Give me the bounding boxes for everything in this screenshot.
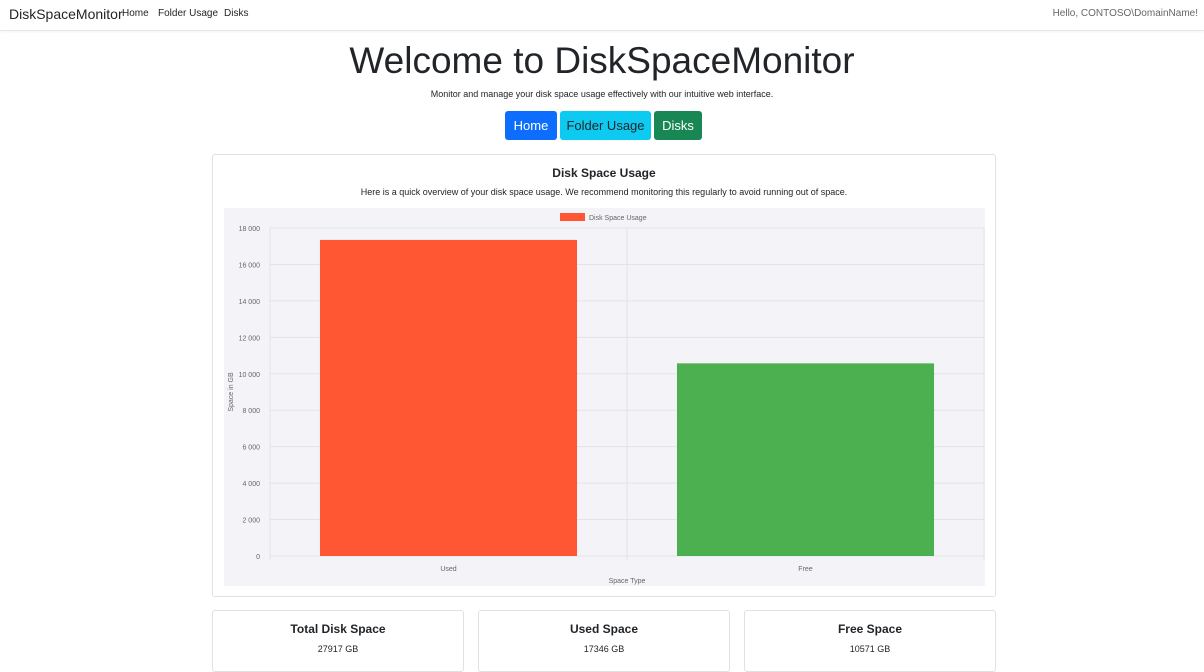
card-title: Disk Space Usage	[552, 166, 656, 180]
total-space-title: Total Disk Space	[290, 622, 386, 636]
free-space-value: 10571 GB	[849, 644, 891, 654]
y-tick-label: 12 000	[239, 335, 261, 342]
card-description: Here is a quick overview of your disk sp…	[360, 187, 848, 197]
page-title: Welcome to DiskSpaceMonitor	[349, 40, 855, 81]
user-greeting: Hello, CONTOSO\DomainName!	[1052, 8, 1198, 19]
bar-used	[319, 239, 578, 556]
y-tick-label: 4 000	[242, 481, 260, 488]
y-tick-label: 18 000	[239, 226, 261, 233]
free-space-title: Free Space	[837, 622, 903, 636]
y-tick-label: 8 000	[242, 408, 260, 415]
y-tick-label: 2 000	[242, 518, 260, 525]
navbar: DiskSpaceMonitor Home Folder Usage Disks…	[0, 0, 1204, 31]
disk-usage-card: Disk Space Usage Here is a quick overvie…	[212, 154, 996, 597]
used-space-card: Used Space 17346 GB	[478, 610, 730, 672]
total-space-card: Total Disk Space 27917 GB	[212, 610, 464, 672]
folder-usage-button[interactable]: Folder Usage	[560, 111, 651, 140]
y-tick-label: 14 000	[239, 299, 261, 306]
used-space-value: 17346 GB	[583, 644, 625, 654]
navbar-brand[interactable]: DiskSpaceMonitor	[9, 6, 123, 22]
used-space-title: Used Space	[569, 622, 639, 636]
y-tick-label: 10 000	[239, 372, 261, 379]
legend-label: Disk Space Usage	[589, 215, 647, 222]
bar-free	[676, 363, 935, 556]
total-space-value: 27917 GB	[317, 644, 359, 654]
disks-button[interactable]: Disks	[654, 111, 702, 140]
legend-swatch	[560, 213, 585, 221]
nav-link-home[interactable]: Home	[122, 8, 149, 19]
y-tick-label: 0	[256, 554, 260, 561]
x-tick-label: Free	[798, 566, 813, 573]
nav-link-disks[interactable]: Disks	[224, 8, 248, 19]
y-tick-label: 6 000	[242, 445, 260, 452]
page-subtitle: Monitor and manage your disk space usage…	[430, 89, 774, 99]
nav-link-folder-usage[interactable]: Folder Usage	[158, 8, 218, 19]
x-tick-label: Used	[440, 566, 456, 573]
x-axis-title: Space Type	[609, 578, 646, 585]
home-button[interactable]: Home	[505, 111, 557, 140]
y-tick-label: 16 000	[239, 262, 261, 269]
disk-usage-chart: 0 2 000 4 000 6 000 8 000 10 000 12 000 14 000 1…	[224, 208, 985, 586]
y-axis-title: Space in GB	[228, 372, 235, 412]
free-space-card: Free Space 10571 GB	[744, 610, 996, 672]
